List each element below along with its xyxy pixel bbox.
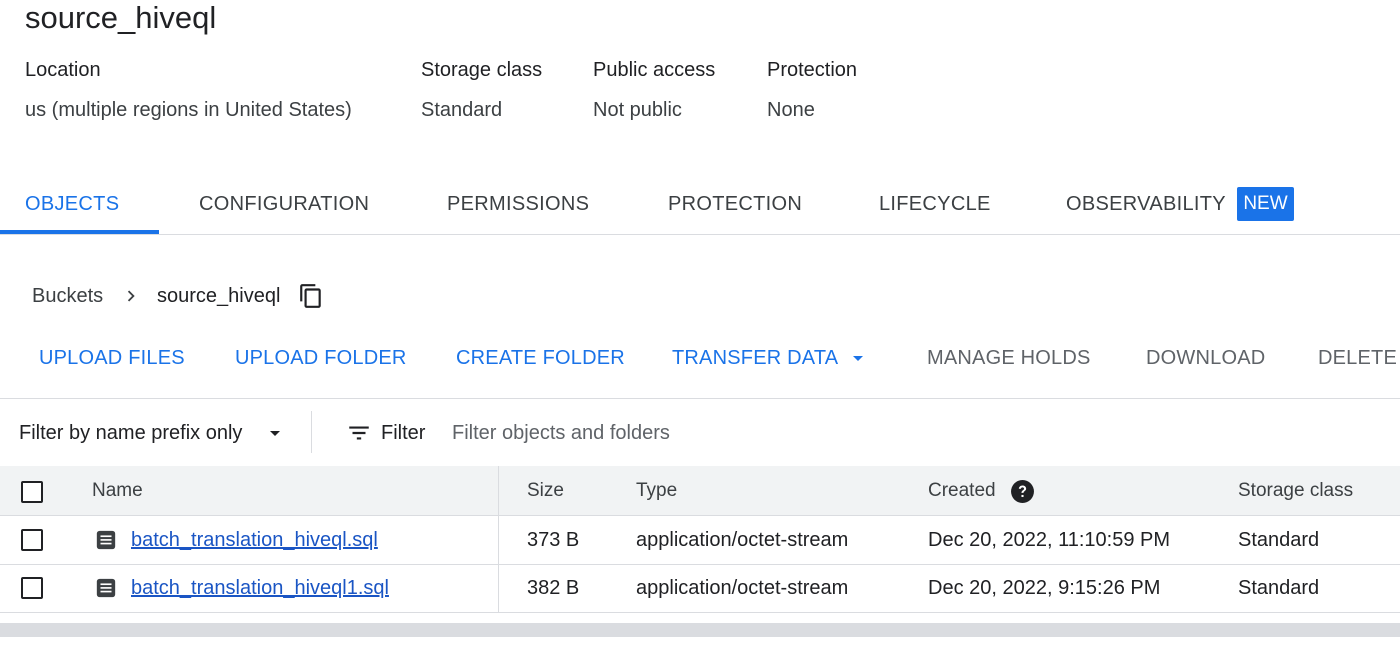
arrow-drop-down-icon[interactable] — [263, 421, 287, 445]
column-header-storage-class[interactable]: Storage class — [1238, 479, 1353, 503]
filter-list-icon[interactable] — [345, 420, 373, 446]
file-storage-class: Standard — [1238, 577, 1320, 599]
file-size: 382 B — [527, 577, 580, 599]
filter-divider — [311, 411, 312, 453]
transfer-data-dropdown-icon[interactable] — [846, 346, 870, 370]
location-value: us (multiple regions in United States) — [25, 99, 352, 121]
tab-objects[interactable]: OBJECTS — [25, 191, 119, 217]
copy-icon[interactable] — [298, 283, 324, 309]
file-storage-class: Standard — [1238, 529, 1320, 551]
file-name-link[interactable]: batch_translation_hiveql.sql — [131, 528, 378, 552]
row-checkbox[interactable] — [21, 577, 43, 599]
table-header-border — [0, 515, 1400, 516]
protection-label: Protection — [767, 59, 858, 81]
filter-button[interactable]: Filter — [381, 421, 425, 445]
tab-configuration[interactable]: CONFIGURATION — [199, 191, 369, 217]
transfer-data-button[interactable]: TRANSFER DATA — [672, 346, 838, 370]
action-bar-divider — [0, 398, 1400, 399]
tabs-divider — [0, 234, 1400, 235]
public-access-value: Not public — [593, 99, 682, 121]
row-divider — [0, 612, 1400, 613]
file-icon — [96, 578, 116, 598]
column-header-created[interactable]: Created — [928, 479, 996, 503]
row-divider — [0, 564, 1400, 565]
filter-mode-select[interactable]: Filter by name prefix only — [19, 421, 242, 445]
help-icon[interactable] — [1010, 479, 1035, 504]
new-badge: NEW — [1237, 187, 1294, 221]
manage-holds-button[interactable]: MANAGE HOLDS — [927, 346, 1091, 370]
column-separator — [498, 466, 499, 612]
delete-button[interactable]: DELETE — [1318, 346, 1397, 370]
table-header — [0, 466, 1400, 515]
file-created: Dec 20, 2022, 9:15:26 PM — [928, 577, 1161, 599]
row-checkbox[interactable] — [21, 529, 43, 551]
file-size: 373 B — [527, 529, 580, 551]
select-all-checkbox[interactable] — [21, 481, 43, 503]
storage-class-value: Standard — [421, 99, 503, 121]
upload-files-button[interactable]: UPLOAD FILES — [39, 346, 185, 370]
file-type: application/octet-stream — [636, 529, 849, 551]
tab-permissions[interactable]: PERMISSIONS — [447, 191, 589, 217]
download-button[interactable]: DOWNLOAD — [1146, 346, 1265, 370]
tab-lifecycle[interactable]: LIFECYCLE — [879, 191, 991, 217]
location-label: Location — [25, 59, 101, 81]
page-title: source_hiveql — [25, 0, 217, 35]
file-name-link[interactable]: batch_translation_hiveql1.sql — [131, 576, 389, 600]
breadcrumb-current: source_hiveql — [157, 285, 281, 307]
tab-protection[interactable]: PROTECTION — [668, 191, 802, 217]
tab-observability[interactable]: OBSERVABILITY — [1066, 191, 1226, 217]
chevron-right-icon — [127, 290, 135, 302]
horizontal-scrollbar[interactable] — [0, 623, 1400, 637]
protection-value: None — [767, 99, 815, 121]
public-access-label: Public access — [593, 59, 716, 81]
file-type: application/octet-stream — [636, 577, 849, 599]
storage-class-label: Storage class — [421, 59, 543, 81]
create-folder-button[interactable]: CREATE FOLDER — [456, 346, 625, 370]
upload-folder-button[interactable]: UPLOAD FOLDER — [235, 346, 407, 370]
breadcrumb-buckets[interactable]: Buckets — [32, 284, 103, 308]
column-header-type[interactable]: Type — [636, 479, 677, 503]
file-icon — [96, 530, 116, 550]
column-header-size[interactable]: Size — [527, 479, 564, 503]
file-created: Dec 20, 2022, 11:10:59 PM — [928, 529, 1171, 551]
filter-input[interactable] — [452, 418, 1152, 448]
column-header-name[interactable]: Name — [92, 479, 143, 503]
